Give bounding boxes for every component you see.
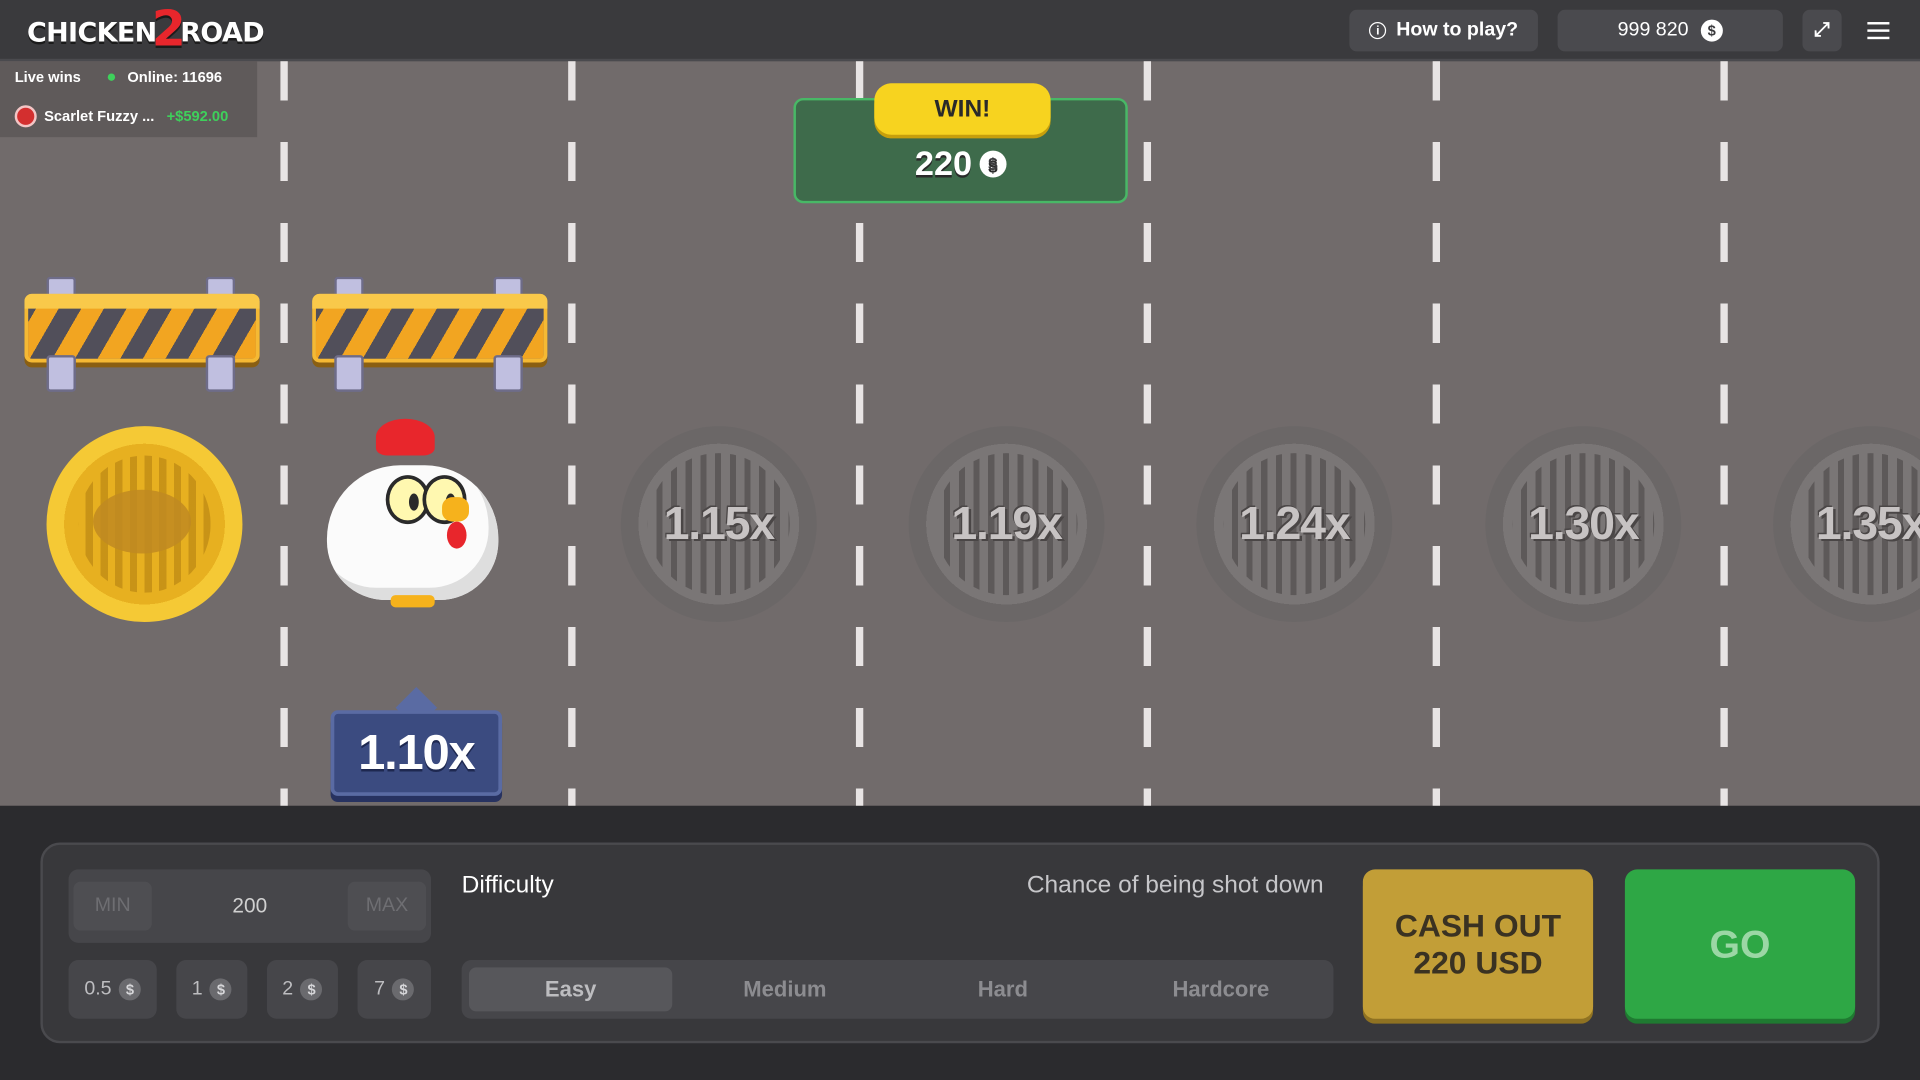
- lane-multiplier: 1.15x: [663, 497, 776, 550]
- manhole-lane-7[interactable]: 1.35x: [1773, 426, 1920, 623]
- dollar-coin-icon: $: [979, 150, 1007, 178]
- manhole-lane-5[interactable]: 1.24x: [1196, 426, 1393, 623]
- cash-out-amount: 220 USD: [1413, 944, 1543, 981]
- road-board: Live wins Online: 11696 Scarlet Fuzzy ..…: [0, 61, 1920, 806]
- tab-medium[interactable]: Medium: [680, 967, 891, 1011]
- current-multiplier-tag: 1.10x: [330, 686, 503, 796]
- dollar-coin-icon: $: [1700, 19, 1723, 42]
- road-barrier-icon: [302, 276, 552, 399]
- cash-out-button[interactable]: CASH OUT 220 USD: [1362, 869, 1594, 1019]
- quick-bet-value: 7: [374, 978, 386, 1000]
- lane-divider: [1720, 61, 1728, 806]
- lane-divider: [1432, 61, 1441, 806]
- win-amount: 220 $: [796, 144, 1125, 183]
- dollar-coin-icon: $: [300, 978, 323, 1001]
- menu-line-icon: [1867, 36, 1890, 40]
- lane-multiplier: 1.24x: [1239, 497, 1351, 550]
- dollar-coin-icon: $: [118, 978, 141, 1001]
- lane-multiplier: 1.19x: [951, 497, 1063, 550]
- online-count-text: Online: 11696: [127, 68, 223, 86]
- tab-hard[interactable]: Hard: [898, 967, 1109, 1011]
- quick-bet-value: 1: [191, 978, 203, 1000]
- road-barrier-icon: [14, 276, 265, 399]
- manhole-lane-3[interactable]: 1.15x: [620, 426, 817, 623]
- min-bet-button[interactable]: MIN: [73, 881, 152, 931]
- how-to-play-label: How to play?: [1396, 19, 1519, 41]
- current-multiplier: 1.10x: [330, 710, 503, 796]
- fullscreen-button[interactable]: ⤢: [1802, 9, 1842, 52]
- go-button[interactable]: GO: [1624, 869, 1856, 1019]
- max-bet-button[interactable]: MAX: [347, 881, 427, 931]
- quick-bet-button[interactable]: 0.5 $: [68, 960, 157, 1019]
- top-bar: CHICKEN 2 ROAD i How to play? 999 820 $ …: [0, 0, 1920, 62]
- roast-chicken-gold-coin-icon: [46, 426, 243, 623]
- quick-bet-button[interactable]: 7 $: [357, 960, 432, 1019]
- hamburger-menu-button[interactable]: [1859, 10, 1898, 52]
- avatar: [14, 105, 37, 128]
- winner-name: Scarlet Fuzzy ...: [44, 107, 155, 125]
- winner-amount: +$592.00: [166, 107, 229, 125]
- chicken-icon: [324, 416, 508, 612]
- cash-out-label: CASH OUT: [1394, 907, 1562, 945]
- tab-hardcore[interactable]: Hardcore: [1116, 967, 1327, 1011]
- quick-bet-value: 0.5: [84, 978, 112, 1000]
- quick-bet-value: 2: [282, 978, 294, 1000]
- lane-divider: [280, 61, 288, 806]
- logo-text-left: CHICKEN: [26, 17, 157, 49]
- how-to-play-button[interactable]: i How to play?: [1349, 9, 1538, 52]
- lane-multiplier: 1.35x: [1815, 497, 1920, 550]
- dollar-coin-icon: $: [209, 978, 232, 1001]
- game-stage: CHICKEN 2 ROAD i How to play? 999 820 $ …: [0, 0, 1920, 1080]
- fullscreen-icon: ⤢: [1814, 19, 1830, 41]
- menu-line-icon: [1867, 22, 1890, 25]
- win-popup: WIN! 220 $: [793, 83, 1128, 204]
- win-tag: WIN!: [874, 83, 1051, 135]
- manhole-lane-6[interactable]: 1.30x: [1485, 426, 1682, 623]
- balance-value: 999 820: [1617, 19, 1689, 41]
- live-wins-panel: Live wins Online: 11696 Scarlet Fuzzy ..…: [0, 61, 258, 138]
- balance-display: 999 820 $: [1557, 9, 1783, 52]
- difficulty-tabs: Easy Medium Hard Hardcore: [461, 960, 1334, 1019]
- dollar-coin-icon: $: [392, 978, 415, 1001]
- game-logo: CHICKEN 2 ROAD: [26, 1, 265, 57]
- logo-text-right: ROAD: [180, 17, 264, 49]
- online-count: Online: 11696: [107, 68, 223, 86]
- chance-label: Chance of being shot down: [1026, 871, 1324, 899]
- menu-line-icon: [1867, 29, 1890, 32]
- lane-multiplier: 1.30x: [1528, 497, 1640, 550]
- manhole-lane-4[interactable]: 1.19x: [908, 426, 1105, 623]
- online-dot-icon: [107, 73, 116, 81]
- win-amount-value: 220: [914, 144, 973, 183]
- quick-bet-button[interactable]: 2 $: [266, 960, 338, 1019]
- difficulty-label: Difficulty: [461, 871, 554, 899]
- logo-number: 2: [151, 1, 186, 58]
- bet-amount-field[interactable]: 200 MIN MAX: [68, 869, 432, 943]
- quick-bet-button[interactable]: 1 $: [176, 960, 248, 1019]
- lane-divider: [1143, 61, 1152, 806]
- info-icon: i: [1369, 22, 1387, 40]
- tab-easy[interactable]: Easy: [468, 967, 673, 1012]
- live-wins-label: Live wins: [14, 68, 81, 86]
- control-panel: 200 MIN MAX 0.5 $ 1 $ 2 $ 7 $ Difficulty…: [40, 842, 1880, 1044]
- live-win-entry: Scarlet Fuzzy ... +$592.00: [14, 105, 229, 128]
- lane-divider: [568, 61, 576, 806]
